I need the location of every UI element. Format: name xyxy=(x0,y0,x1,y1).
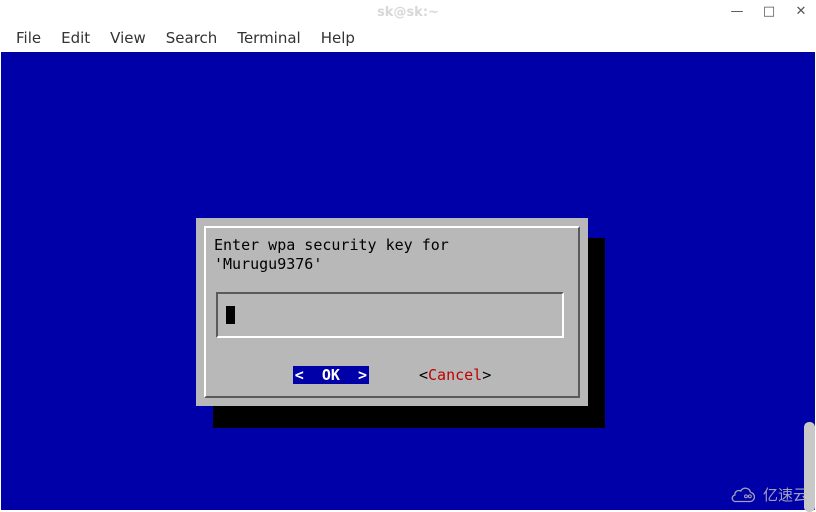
watermark: 亿速云 xyxy=(731,484,808,505)
prompt-text-line1: Enter wpa security key for xyxy=(214,236,570,255)
window-title: sk@sk:~ xyxy=(377,5,439,20)
terminal-area[interactable]: Enter wpa security key for 'Murugu9376' … xyxy=(1,52,815,510)
menu-help[interactable]: Help xyxy=(311,26,365,50)
menu-edit[interactable]: Edit xyxy=(51,26,100,50)
close-button[interactable]: ✕ xyxy=(792,2,810,20)
cancel-bracket-left: < xyxy=(419,366,428,384)
titlebar: sk@sk:~ — □ ✕ xyxy=(0,0,816,24)
menubar: File Edit View Search Terminal Help xyxy=(0,24,816,52)
watermark-text: 亿速云 xyxy=(763,484,808,505)
maximize-button[interactable]: □ xyxy=(760,2,778,20)
wpa-key-dialog: Enter wpa security key for 'Murugu9376' … xyxy=(196,218,588,406)
dialog-content: Enter wpa security key for 'Murugu9376' … xyxy=(214,236,570,388)
menu-file[interactable]: File xyxy=(6,26,51,50)
menu-search[interactable]: Search xyxy=(156,26,228,50)
window-controls: — □ ✕ xyxy=(728,2,810,20)
text-cursor xyxy=(226,306,235,324)
menu-view[interactable]: View xyxy=(100,26,156,50)
minimize-button[interactable]: — xyxy=(728,2,746,20)
wpa-key-input[interactable] xyxy=(216,292,564,338)
ok-button[interactable]: < OK > xyxy=(293,366,369,384)
cancel-hotkey: Cancel xyxy=(428,366,482,384)
prompt-text-line2: 'Murugu9376' xyxy=(214,255,570,274)
button-row: < OK > <Cancel> xyxy=(214,366,570,384)
menu-terminal[interactable]: Terminal xyxy=(227,26,310,50)
cloud-icon xyxy=(731,486,757,504)
cancel-button[interactable]: <Cancel> xyxy=(419,366,491,384)
cancel-bracket-right: > xyxy=(482,366,491,384)
